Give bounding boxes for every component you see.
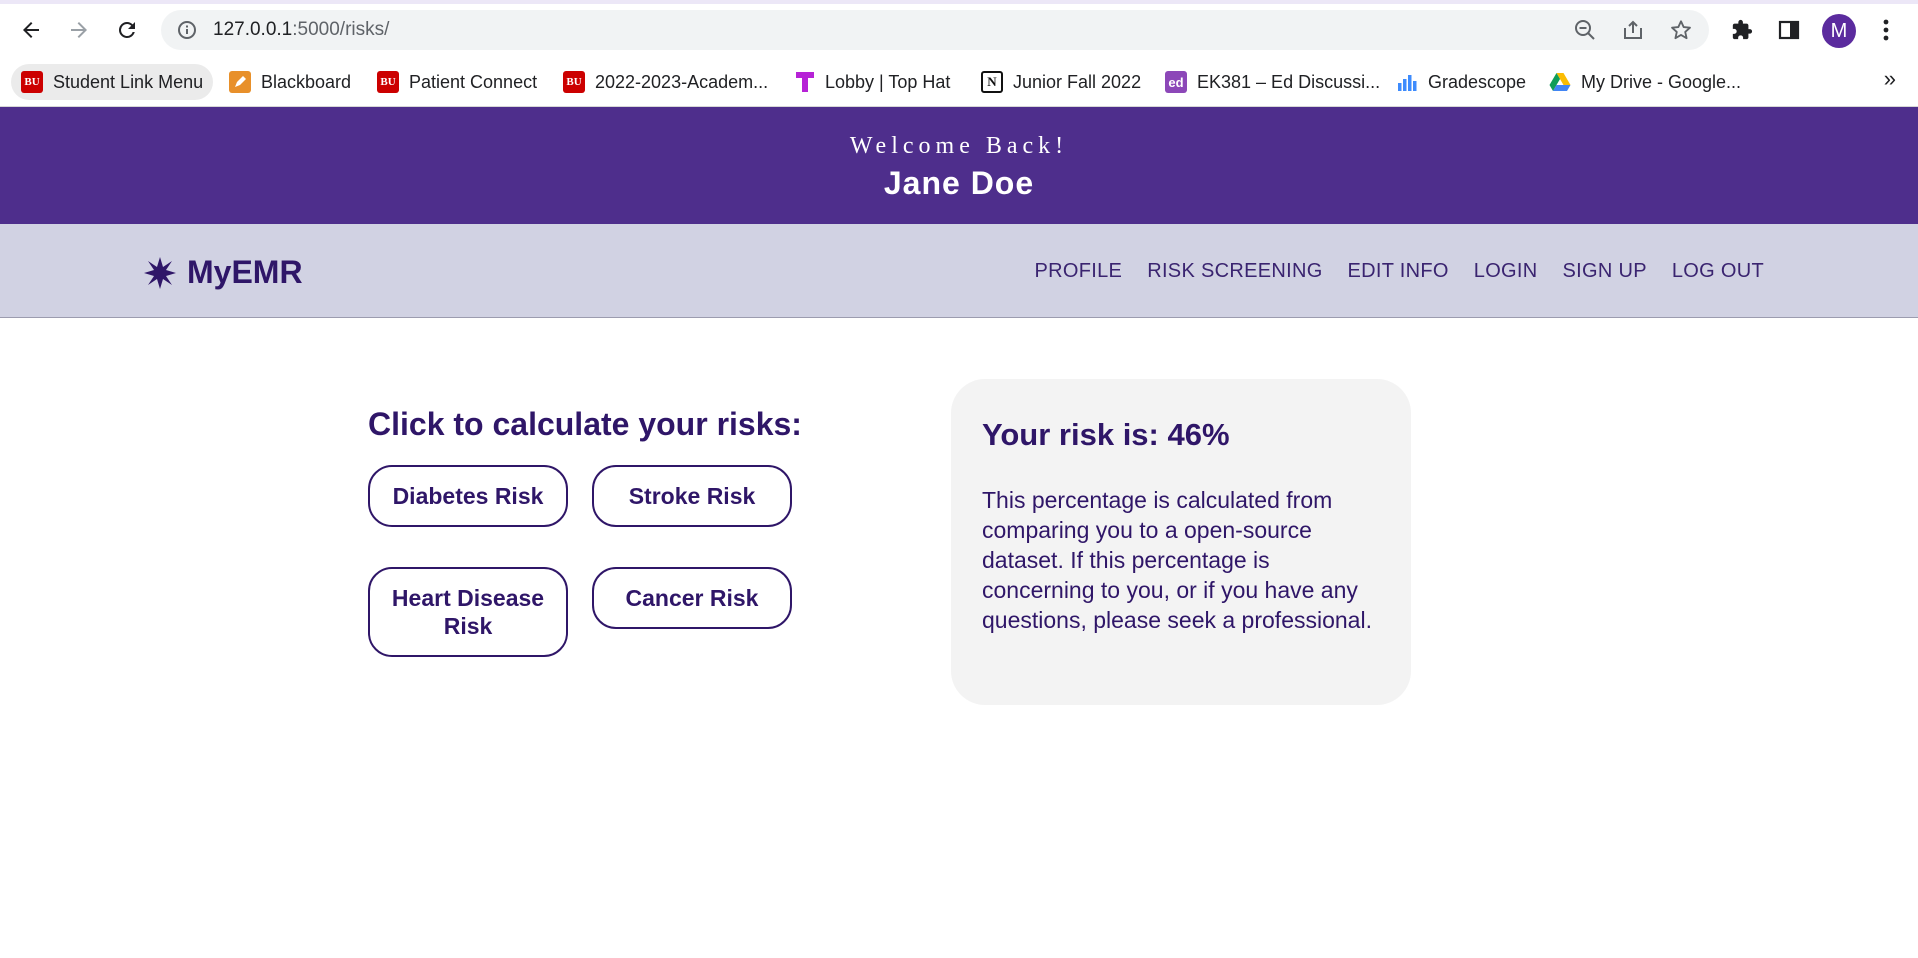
google-drive-icon (1549, 72, 1571, 92)
nav-link-profile[interactable]: PROFILE (1035, 260, 1123, 283)
reload-button[interactable] (109, 12, 145, 48)
side-panel-icon[interactable] (1773, 14, 1805, 46)
bookmark-academic-calendar[interactable]: BU 2022-2023-Academ... (553, 64, 778, 100)
bu-logo-icon: BU (377, 71, 399, 93)
browser-toolbar: 127.0.0.1:5000/risks/ M (0, 0, 1918, 60)
nav-link-risk-screening[interactable]: RISK SCREENING (1147, 260, 1322, 283)
zoom-icon[interactable] (1569, 14, 1601, 46)
bookmark-label: Patient Connect (409, 71, 538, 92)
arrow-left-icon (23, 22, 39, 38)
nav-link-sign-up[interactable]: SIGN UP (1563, 260, 1647, 283)
site-navbar: MyEMR PROFILE RISK SCREENING EDIT INFO L… (0, 224, 1918, 318)
risk-result-card: Your risk is: 46% This percentage is cal… (951, 379, 1411, 705)
nav-link-edit-info[interactable]: EDIT INFO (1348, 260, 1449, 283)
url-host: 127.0.0.1 (213, 19, 293, 40)
share-icon[interactable] (1617, 14, 1649, 46)
risk-result-description: This percentage is calculated from compa… (982, 487, 1372, 633)
gradescope-icon (1396, 71, 1418, 93)
bookmark-patient-connect[interactable]: BU Patient Connect (367, 64, 547, 100)
bookmark-junior-fall-2022[interactable]: N Junior Fall 2022 (971, 64, 1151, 100)
starburst-icon (144, 256, 176, 289)
nav-link-login[interactable]: LOGIN (1474, 260, 1538, 283)
notion-icon: N (981, 71, 1003, 93)
nav-link-log-out[interactable]: LOG OUT (1672, 260, 1764, 283)
url-path: :5000/risks/ (292, 19, 390, 40)
stroke-risk-button[interactable]: Stroke Risk (592, 465, 792, 527)
welcome-text: Welcome Back! (849, 133, 1069, 159)
url-text[interactable]: 127.0.0.1:5000/risks/ (213, 10, 389, 50)
bu-logo-icon: BU (21, 71, 43, 93)
arrow-right-icon (71, 22, 87, 38)
bookmark-label: Junior Fall 2022 (1013, 71, 1142, 92)
main-menu: PROFILE RISK SCREENING EDIT INFO LOGIN S… (1035, 260, 1764, 283)
forward-button[interactable] (61, 12, 97, 48)
heart-disease-risk-button[interactable]: Heart Disease Risk (368, 567, 568, 657)
tab-strip-edge (0, 0, 1918, 4)
bookmark-label: EK381 – Ed Discussi... (1197, 71, 1381, 92)
bookmark-label: 2022-2023-Academ... (595, 71, 769, 92)
risk-heading: Click to calculate your risks: (368, 406, 802, 442)
bookmark-my-drive[interactable]: My Drive - Google... (1539, 64, 1751, 100)
bookmark-blackboard[interactable]: Blackboard (219, 64, 361, 100)
welcome-banner: Welcome Back! Jane Doe (0, 107, 1918, 224)
bookmark-gradescope[interactable]: Gradescope (1386, 64, 1536, 100)
bookmark-star-icon[interactable] (1665, 14, 1697, 46)
site-info-icon[interactable] (171, 14, 203, 46)
bookmark-label: Lobby | Top Hat (825, 71, 951, 92)
bookmark-label: Blackboard (261, 71, 352, 92)
reload-icon (119, 21, 135, 38)
kebab-menu-icon[interactable] (1870, 14, 1902, 46)
blackboard-icon (229, 71, 251, 93)
bookmark-label: Gradescope (1428, 71, 1527, 92)
user-name: Jane Doe (883, 165, 1035, 201)
profile-avatar[interactable]: M (1822, 14, 1856, 48)
more-bookmarks-icon[interactable]: » (1884, 66, 1896, 92)
bookmarks-bar: BU Student Link Menu Blackboard BU Patie… (0, 60, 1918, 107)
bookmark-label: Student Link Menu (53, 71, 204, 92)
address-bar[interactable]: 127.0.0.1:5000/risks/ (161, 10, 1709, 50)
diabetes-risk-button[interactable]: Diabetes Risk (368, 465, 568, 527)
extensions-icon[interactable] (1726, 14, 1758, 46)
bookmark-top-hat[interactable]: Lobby | Top Hat (785, 64, 960, 100)
bookmark-student-link-menu[interactable]: BU Student Link Menu (11, 64, 214, 100)
bookmark-ed-discussion[interactable]: ed EK381 – Ed Discussi... (1155, 64, 1390, 100)
ed-icon: ed (1165, 71, 1187, 93)
tophat-icon (795, 71, 815, 93)
bookmark-label: My Drive - Google... (1581, 71, 1742, 92)
brand-logo[interactable]: MyEMR (143, 254, 303, 291)
bu-logo-icon: BU (563, 71, 585, 93)
risk-result-title: Your risk is: 46% (982, 417, 1230, 452)
back-button[interactable] (13, 12, 49, 48)
brand-name: MyEMR (187, 254, 303, 290)
cancer-risk-button[interactable]: Cancer Risk (592, 567, 792, 629)
